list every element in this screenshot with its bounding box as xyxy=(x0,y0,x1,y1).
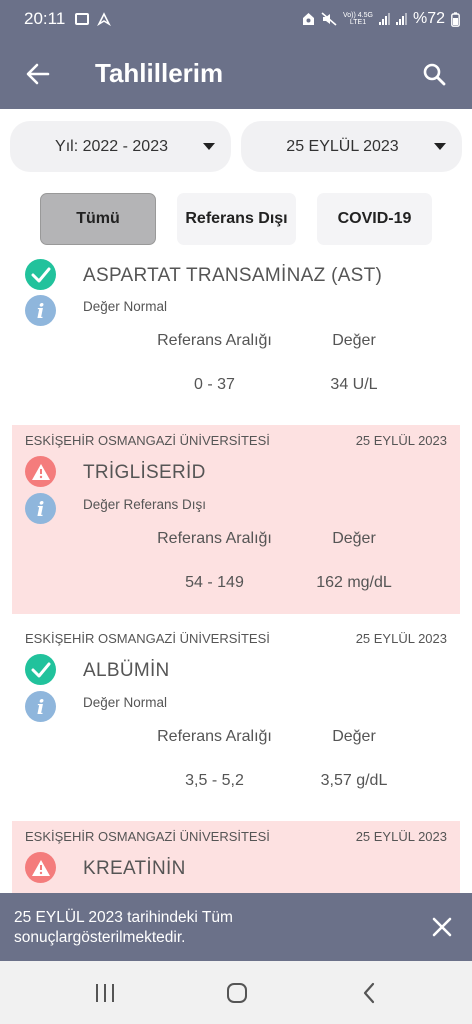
reference-range: 3,5 - 5,2 xyxy=(185,772,244,789)
check-icon xyxy=(25,654,56,685)
date-select-value: 25 EYLÜL 2023 xyxy=(286,137,399,155)
status-bar: 20:11 Vo)) 4.5G LTE1 %72 xyxy=(0,0,472,38)
recent-apps-icon xyxy=(96,984,114,1002)
navigation-notification-icon xyxy=(97,12,112,26)
search-icon xyxy=(423,63,446,85)
app-bar: Tahlillerim xyxy=(0,38,472,109)
value-header: Değer xyxy=(332,332,376,349)
reference-range: 0 - 37 xyxy=(194,376,235,393)
search-button[interactable] xyxy=(414,54,454,94)
result-card[interactable]: ASPARTAT TRANSAMİNAZ (AST) i Değer Norma… xyxy=(12,255,460,405)
result-card[interactable]: ESKİŞEHİR OSMANGAZİ ÜNİVERSİTESİ 25 EYLÜ… xyxy=(12,821,460,893)
back-arrow-icon xyxy=(26,63,50,84)
warning-icon xyxy=(25,456,56,487)
year-select[interactable]: Yıl: 2022 - 2023 xyxy=(10,121,231,172)
network-type-top: Vo)) 4.5G xyxy=(343,12,373,19)
snackbar-close-button[interactable] xyxy=(430,915,454,939)
alarm-icon xyxy=(303,13,314,25)
result-card[interactable]: ESKİŞEHİR OSMANGAZİ ÜNİVERSİTESİ 25 EYLÜ… xyxy=(12,623,460,812)
test-value: 162 mg/dL xyxy=(316,574,392,591)
network-type-bottom: LTE1 xyxy=(349,19,367,26)
check-icon xyxy=(25,259,56,290)
close-icon xyxy=(432,917,452,937)
result-date: 25 EYLÜL 2023 xyxy=(355,631,447,646)
snackbar-message-line1: 25 EYLÜL 2023 tarihindeki Tüm xyxy=(14,909,233,926)
chevron-down-icon xyxy=(434,143,446,150)
home-icon xyxy=(227,983,247,1003)
result-date: 25 EYLÜL 2023 xyxy=(355,433,447,448)
test-name: ALBÜMİN xyxy=(83,660,170,681)
test-status: Değer Normal xyxy=(83,695,168,710)
info-icon[interactable]: i xyxy=(25,493,56,524)
snackbar: 25 EYLÜL 2023 tarihindeki Tüm sonuçlargö… xyxy=(0,893,472,961)
battery-percent: %72 xyxy=(412,10,445,27)
info-icon[interactable]: i xyxy=(25,691,56,722)
back-nav-button[interactable] xyxy=(356,980,382,1006)
test-name: KREATİNİN xyxy=(83,858,186,879)
test-value: 3,57 g/dL xyxy=(320,772,388,789)
back-button[interactable] xyxy=(18,54,58,94)
value-header: Değer xyxy=(332,728,376,745)
result-card[interactable]: ESKİŞEHİR OSMANGAZİ ÜNİVERSİTESİ 25 EYLÜ… xyxy=(12,425,460,614)
test-status: Değer Referans Dışı xyxy=(83,497,207,512)
network-type: Vo)) 4.5G LTE1 xyxy=(343,12,373,26)
mute-icon xyxy=(321,12,337,26)
reference-range: 54 - 149 xyxy=(185,574,244,591)
result-date: 25 EYLÜL 2023 xyxy=(355,829,447,844)
chevron-down-icon xyxy=(203,143,215,150)
signal-icon xyxy=(378,13,390,25)
reference-range-header: Referans Aralığı xyxy=(157,728,272,745)
tab-covid[interactable]: COVID-19 xyxy=(317,193,432,245)
filter-row: Yıl: 2022 - 2023 25 EYLÜL 2023 xyxy=(10,121,462,172)
snackbar-message-line2: sonuçlargösterilmektedir. xyxy=(14,929,186,946)
battery-icon xyxy=(451,11,460,27)
value-header: Değer xyxy=(332,530,376,547)
institution-name: ESKİŞEHİR OSMANGAZİ ÜNİVERSİTESİ xyxy=(25,631,270,646)
warning-icon xyxy=(25,852,56,883)
gallery-notification-icon xyxy=(75,13,90,25)
recent-apps-button[interactable] xyxy=(92,980,118,1006)
home-button[interactable] xyxy=(224,980,250,1006)
test-status: Değer Normal xyxy=(83,299,168,314)
signal-icon-2 xyxy=(395,13,407,25)
system-navigation-bar xyxy=(0,961,472,1024)
status-time: 20:11 xyxy=(24,9,66,28)
reference-range-header: Referans Aralığı xyxy=(157,530,272,547)
test-value: 34 U/L xyxy=(330,376,378,393)
institution-name: ESKİŞEHİR OSMANGAZİ ÜNİVERSİTESİ xyxy=(25,829,270,844)
date-select[interactable]: 25 EYLÜL 2023 xyxy=(241,121,462,172)
reference-range-header: Referans Aralığı xyxy=(157,332,272,349)
test-name: ASPARTAT TRANSAMİNAZ (AST) xyxy=(83,265,383,286)
test-name: TRİGLİSERİD xyxy=(83,462,206,483)
tab-out-of-range[interactable]: Referans Dışı xyxy=(177,193,296,245)
year-select-value: Yıl: 2022 - 2023 xyxy=(55,137,168,155)
info-icon[interactable]: i xyxy=(25,295,56,326)
institution-name: ESKİŞEHİR OSMANGAZİ ÜNİVERSİTESİ xyxy=(25,433,270,448)
page-title: Tahlillerim xyxy=(95,58,224,88)
tab-all[interactable]: Tümü xyxy=(40,193,156,245)
chevron-left-icon xyxy=(363,982,375,1004)
